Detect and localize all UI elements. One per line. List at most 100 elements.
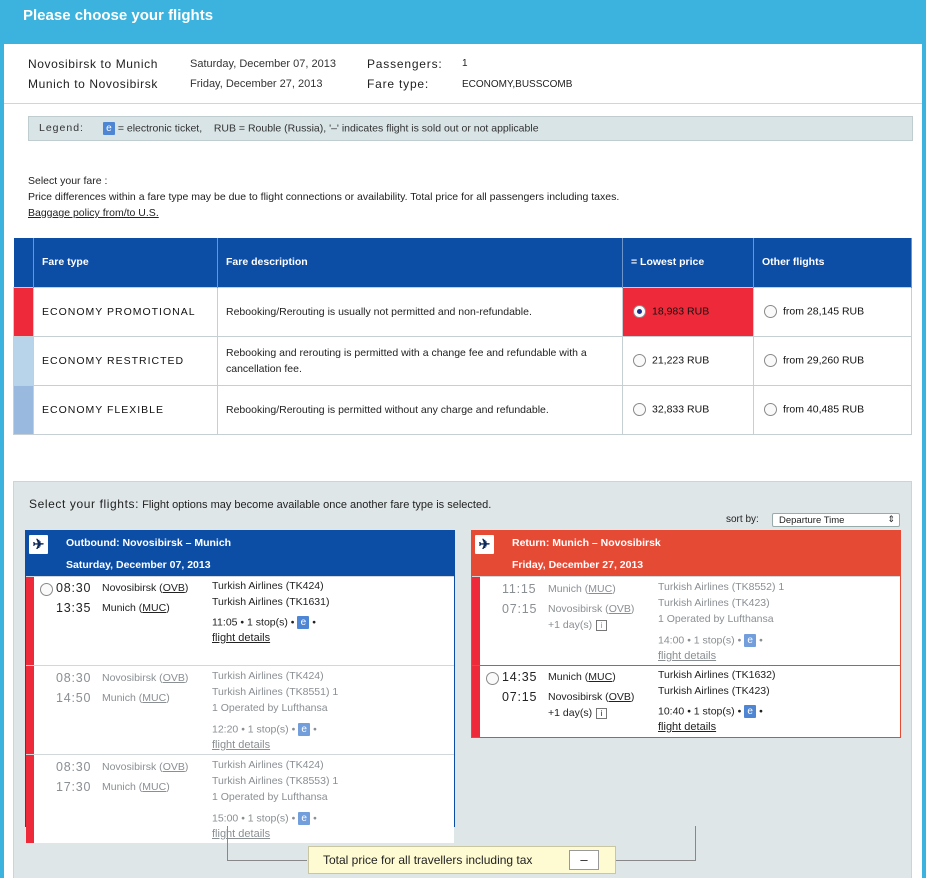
airline-segment-1: Turkish Airlines (TK424) [212, 580, 324, 592]
fare-color-swatch [13, 286, 34, 337]
fare-intro: Select your fare : Price differences wit… [28, 173, 619, 221]
total-price-label: Total price for all travellers including… [323, 853, 533, 867]
airline-segment-1: Turkish Airlines (TK424) [212, 759, 324, 771]
flight-details-link[interactable]: flight details [212, 828, 270, 840]
departure-time: 14:35 [502, 670, 538, 684]
return-route: Munich to Novosibirsk [28, 77, 158, 91]
flight-option[interactable]: 08:30 Novosibirsk (OVB) 13:35 Munich (MU… [26, 576, 454, 665]
fare-type-header: Fare type [33, 238, 218, 287]
other-price: from 40,485 RUB [783, 403, 865, 416]
flight-details-link[interactable]: flight details [658, 650, 716, 662]
passengers-label: Passengers: [367, 57, 443, 71]
stops: 1 stop(s) [693, 705, 735, 718]
passengers-value: 1 [462, 58, 468, 69]
departure-time: 11:15 [502, 582, 537, 596]
flight-option: 08:30 Novosibirsk (OVB) 17:30 Munich (MU… [26, 754, 454, 843]
fare-color-bar [26, 577, 34, 665]
flight-meta: 12:20 • 1 stop(s) • e • [212, 723, 317, 736]
flight-radio[interactable] [40, 583, 53, 596]
lowest-price-radio[interactable] [633, 354, 646, 367]
airline-segment-2: Turkish Airlines (TK8553) 1 [212, 775, 339, 787]
baggage-policy-link[interactable]: Baggage policy from/to U.S. [28, 205, 619, 221]
departure-airport: Munich (MUC) [548, 583, 616, 595]
other-price: from 28,145 RUB [783, 305, 865, 318]
info-icon[interactable]: i [596, 619, 608, 631]
lowest-price-cell[interactable]: 32,833 RUB [622, 384, 754, 435]
duration: 14:00 [658, 634, 685, 647]
legend-e-text: = electronic ticket, [117, 122, 203, 135]
departure-code-link[interactable]: MUC [588, 671, 612, 683]
duration: 12:20 [212, 723, 239, 736]
arrival-code-link[interactable]: MUC [142, 602, 166, 614]
sort-select[interactable]: Departure Time ⇕ [772, 513, 900, 527]
swatch-header [13, 238, 34, 287]
fare-color-bar [472, 666, 480, 737]
departure-code-link[interactable]: OVB [163, 582, 185, 594]
return-date: Friday, December 27, 2013 [190, 78, 323, 90]
total-price-box: Total price for all travellers including… [308, 846, 616, 874]
lowest-price: 21,223 RUB [652, 354, 710, 367]
flight-meta: 11:05 • 1 stop(s) • e • [212, 616, 316, 629]
flight-meta: 10:40 • 1 stop(s) • e • [658, 705, 763, 718]
flight-radio[interactable] [486, 672, 499, 685]
other-price-radio[interactable] [764, 403, 777, 416]
lowest-price-cell[interactable]: 18,983 RUB [622, 286, 754, 337]
select-flights-note: Flight options may become available once… [142, 499, 492, 511]
connector-line [227, 826, 228, 861]
departure-code-link[interactable]: OVB [163, 761, 185, 773]
outbound-title: Outbound: Novosibirsk – Munich [66, 537, 232, 549]
other-price-cell[interactable]: from 40,485 RUB [753, 384, 912, 435]
sort-value: Departure Time [779, 515, 845, 526]
duration: 10:40 [658, 705, 685, 718]
flight-details-link[interactable]: flight details [212, 632, 270, 644]
fare-row-flexible: ECONOMY FLEXIBLE Rebooking/Rerouting is … [13, 384, 912, 435]
departure-city: Munich [548, 583, 582, 595]
arrival-city: Novosibirsk [548, 691, 603, 703]
flight-details-link[interactable]: flight details [658, 721, 716, 733]
arrival-code-link[interactable]: MUC [142, 781, 166, 793]
info-icon[interactable]: i [596, 707, 608, 719]
outbound-date-header: Saturday, December 07, 2013 [66, 559, 211, 571]
fare-row-restricted: ECONOMY RESTRICTED Rebooking and rerouti… [13, 335, 912, 386]
airline-segment-1: Turkish Airlines (TK424) [212, 670, 324, 682]
page-title: Please choose your flights [23, 7, 214, 24]
fare-color-bar [26, 666, 34, 754]
e-ticket-icon: e [298, 812, 311, 825]
flight-option[interactable]: 14:35 Munich (MUC) 07:15 Novosibirsk (OV… [472, 665, 900, 737]
plus-day-text: +1 day(s) [548, 707, 593, 719]
lowest-price-radio[interactable] [633, 403, 646, 416]
return-header: ✈ Return: Munich – Novosibirsk Friday, D… [472, 531, 900, 576]
arrival-airport: Novosibirsk (OVB) [548, 691, 635, 703]
airline-segment-2: Turkish Airlines (TK8551) 1 [212, 686, 339, 698]
stops: 1 stop(s) [247, 616, 288, 629]
fare-type: ECONOMY PROMOTIONAL [33, 286, 218, 337]
departure-code-link[interactable]: MUC [588, 583, 612, 595]
other-price-radio[interactable] [764, 354, 777, 367]
arrival-airport: Munich (MUC) [102, 602, 170, 614]
intro-line1: Select your fare : [28, 175, 108, 187]
arrival-code-link[interactable]: OVB [609, 691, 631, 703]
departure-city: Novosibirsk [102, 672, 157, 684]
airplane-icon: ✈ [29, 535, 48, 554]
arrival-city: Munich [102, 692, 136, 704]
stops: 1 stop(s) [247, 723, 289, 736]
fare-type: ECONOMY RESTRICTED [33, 335, 218, 386]
flight-details-link[interactable]: flight details [212, 739, 270, 751]
airplane-icon: ✈ [475, 535, 494, 554]
other-price-cell[interactable]: from 28,145 RUB [753, 286, 912, 337]
arrival-code-link[interactable]: MUC [142, 692, 166, 704]
lowest-price-radio[interactable] [633, 305, 646, 318]
departure-code-link[interactable]: OVB [163, 672, 185, 684]
lowest-price-cell[interactable]: 21,223 RUB [622, 335, 754, 386]
airline-segment-2: Turkish Airlines (TK1631) [212, 596, 330, 608]
departure-time: 08:30 [56, 581, 92, 595]
booking-panel: Novosibirsk to Munich Saturday, December… [4, 44, 922, 878]
other-price-radio[interactable] [764, 305, 777, 318]
legend-rub-code: RUB [213, 122, 236, 135]
outbound-column: ✈ Outbound: Novosibirsk – Munich Saturda… [25, 530, 455, 843]
arrival-time: 14:50 [56, 691, 92, 705]
other-price-cell[interactable]: from 29,260 RUB [753, 335, 912, 386]
departure-airport: Novosibirsk (OVB) [102, 582, 189, 594]
legend-label: Legend: [39, 122, 84, 135]
arrival-code-link[interactable]: OVB [609, 603, 631, 615]
